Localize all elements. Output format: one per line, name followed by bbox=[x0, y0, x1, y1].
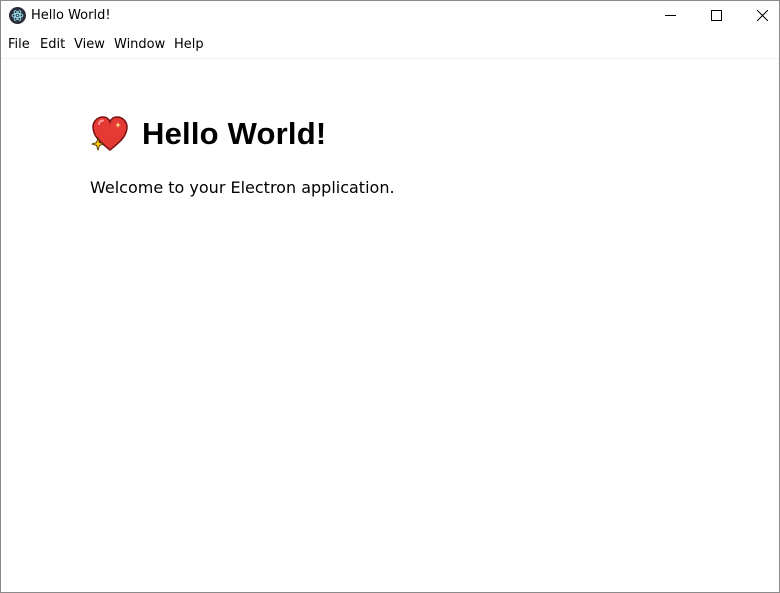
close-button[interactable] bbox=[739, 1, 780, 30]
minimize-icon bbox=[664, 15, 676, 16]
minimize-button[interactable] bbox=[647, 1, 693, 30]
close-icon bbox=[756, 10, 768, 21]
menu-view[interactable]: View bbox=[74, 37, 105, 52]
electron-logo-icon bbox=[9, 7, 26, 24]
sparkling-heart-icon bbox=[90, 116, 128, 152]
menu-bar: File Edit View Window Help bbox=[1, 30, 779, 59]
welcome-text: Welcome to your Electron application. bbox=[90, 178, 395, 197]
maximize-button[interactable] bbox=[693, 1, 739, 30]
app-window: Hello World! File Edit View Window Help bbox=[0, 0, 780, 593]
page-heading: Hello World! bbox=[90, 114, 326, 154]
title-bar[interactable]: Hello World! bbox=[1, 1, 779, 30]
menu-window[interactable]: Window bbox=[114, 37, 165, 52]
menu-edit[interactable]: Edit bbox=[40, 37, 65, 52]
main-content: Hello World! Welcome to your Electron ap… bbox=[1, 59, 779, 592]
window-title: Hello World! bbox=[31, 8, 111, 23]
menu-file[interactable]: File bbox=[8, 37, 30, 52]
menu-help[interactable]: Help bbox=[174, 37, 204, 52]
maximize-icon bbox=[710, 10, 722, 21]
heading-text: Hello World! bbox=[142, 116, 327, 151]
